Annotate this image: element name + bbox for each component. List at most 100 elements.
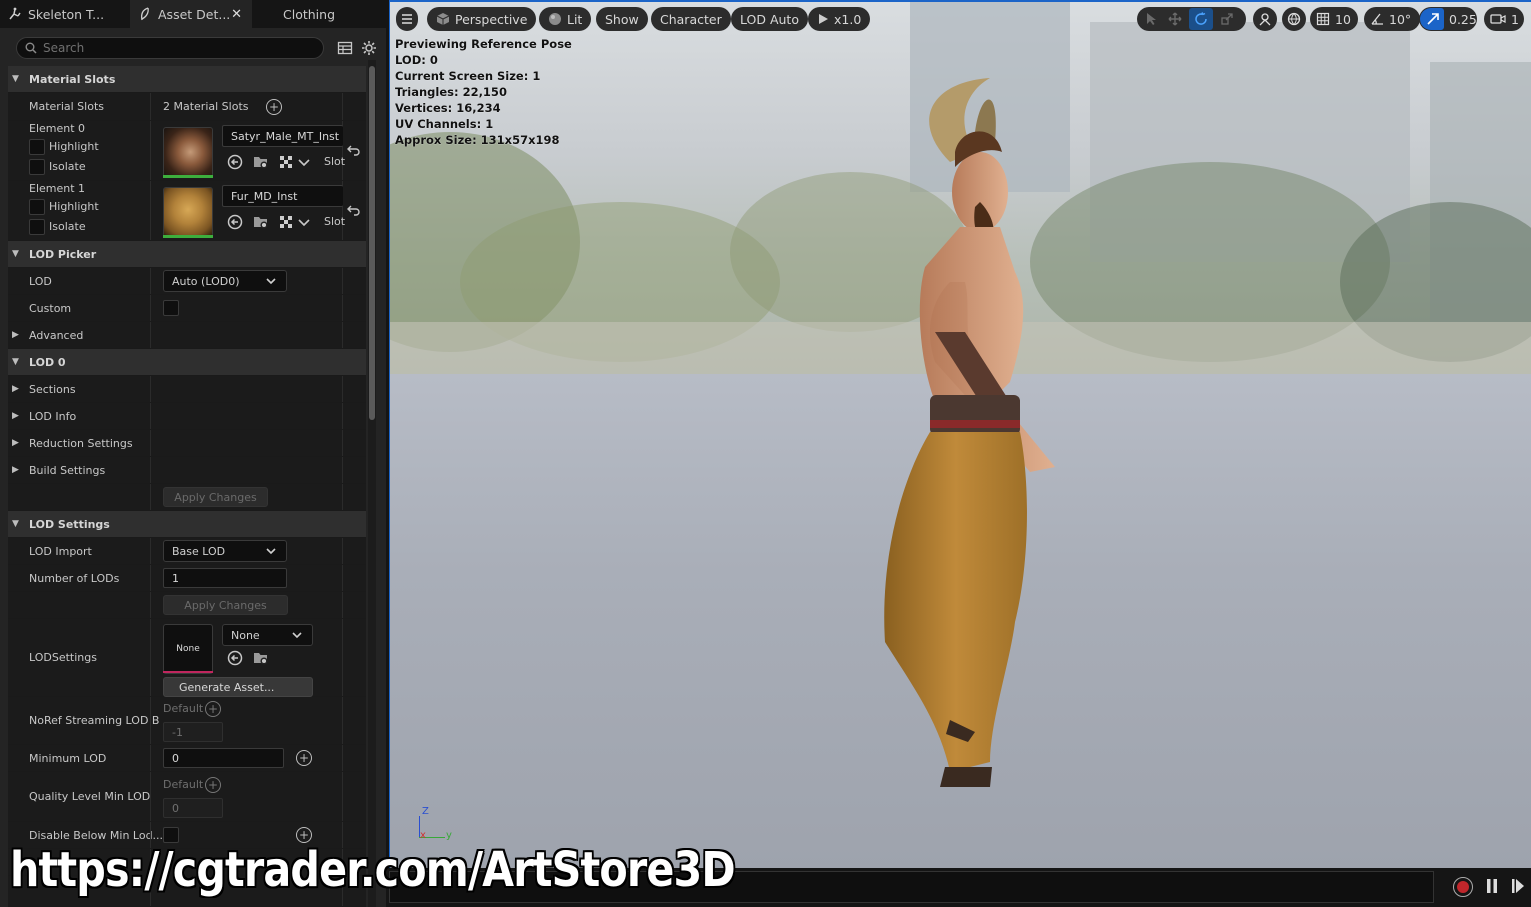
gear-icon[interactable] bbox=[361, 40, 377, 56]
play-speed-button[interactable]: x1.0 bbox=[808, 7, 871, 31]
category-material-slots[interactable]: ▼ Material Slots bbox=[8, 66, 366, 93]
custom-checkbox[interactable] bbox=[163, 300, 179, 316]
category-label: Material Slots bbox=[29, 73, 116, 86]
surface-snap-button[interactable] bbox=[1253, 7, 1277, 31]
chevron-down-icon[interactable] bbox=[297, 213, 315, 231]
generate-asset-button[interactable]: Generate Asset... bbox=[163, 677, 313, 697]
record-button[interactable] bbox=[1453, 877, 1473, 897]
tab-clothing[interactable]: Clothing bbox=[256, 0, 356, 28]
property-label: Quality Level Min LOD bbox=[29, 790, 151, 803]
material-slots-row: Material Slots 2 Material Slots + bbox=[8, 93, 366, 121]
lod-auto-button[interactable]: LOD Auto bbox=[731, 7, 808, 31]
sections-row[interactable]: ▶ Sections bbox=[8, 376, 366, 403]
rotate-tool-icon[interactable] bbox=[1194, 12, 1208, 29]
pause-button[interactable] bbox=[1486, 878, 1498, 897]
folder-search-icon[interactable] bbox=[252, 213, 270, 231]
property-label: LOD bbox=[29, 275, 52, 288]
select-tool-icon[interactable] bbox=[1144, 12, 1158, 29]
collapse-arrow-icon: ▼ bbox=[12, 519, 19, 529]
lod-info-row[interactable]: ▶ LOD Info bbox=[8, 403, 366, 430]
scale-snap-value: 0.25 bbox=[1449, 12, 1477, 27]
world-local-button[interactable] bbox=[1282, 7, 1306, 31]
step-forward-button[interactable] bbox=[1511, 878, 1525, 897]
pause-icon bbox=[1487, 879, 1497, 893]
show-button[interactable]: Show bbox=[596, 7, 648, 31]
material-element-1: Element 1 Highlight Isolate Fur_MD_Inst … bbox=[8, 181, 366, 241]
character-button[interactable]: Character bbox=[651, 7, 731, 31]
button-label: Character bbox=[660, 11, 722, 27]
disable-below-min-checkbox[interactable] bbox=[163, 827, 179, 843]
folder-search-icon[interactable] bbox=[252, 153, 270, 171]
viewport[interactable]: Perspective Lit Show Character LOD Auto … bbox=[389, 0, 1531, 868]
perspective-button[interactable]: Perspective bbox=[427, 7, 537, 31]
highlight-checkbox[interactable] bbox=[29, 139, 45, 155]
stat-line: Approx Size: 131x57x198 bbox=[395, 133, 560, 147]
rotation-snap-button[interactable]: 10° bbox=[1364, 7, 1420, 31]
folder-search-icon[interactable] bbox=[252, 649, 270, 667]
highlight-checkbox[interactable] bbox=[29, 199, 45, 215]
chevron-down-icon[interactable] bbox=[297, 153, 315, 171]
close-icon[interactable]: ✕ bbox=[231, 7, 242, 22]
viewport-menu-button[interactable] bbox=[396, 7, 418, 31]
add-override-icon[interactable]: + bbox=[205, 777, 221, 793]
build-settings-row[interactable]: ▶ Build Settings bbox=[8, 457, 366, 484]
browse-arrow-icon[interactable] bbox=[226, 153, 244, 171]
reduction-settings-row[interactable]: ▶ Reduction Settings bbox=[8, 430, 366, 457]
scale-tool-icon[interactable] bbox=[1220, 12, 1234, 29]
expand-arrow-icon: ▶ bbox=[12, 330, 19, 340]
material-status-bar bbox=[163, 235, 213, 238]
tab-asset-details[interactable]: Asset Det... ✕ bbox=[130, 0, 252, 28]
material-asset-field[interactable]: Satyr_Male_MT_Inst bbox=[222, 125, 343, 147]
add-slot-icon[interactable]: + bbox=[266, 99, 282, 115]
number-of-lods-row: Number of LODs 1 bbox=[8, 565, 366, 592]
search-input[interactable]: Search bbox=[16, 37, 324, 59]
apply-changes-button[interactable]: Apply Changes bbox=[163, 487, 268, 507]
checker-material-icon[interactable] bbox=[278, 153, 296, 171]
scale-snap-button[interactable]: 0.25 bbox=[1419, 7, 1477, 31]
isolate-checkbox[interactable] bbox=[29, 159, 45, 175]
material-asset-field[interactable]: Fur_MD_Inst bbox=[222, 185, 343, 207]
element-label: Element 1 bbox=[29, 182, 86, 195]
property-label: Advanced bbox=[29, 329, 84, 342]
add-override-icon[interactable]: + bbox=[296, 827, 312, 843]
move-tool-icon[interactable] bbox=[1168, 12, 1182, 29]
material-thumbnail[interactable] bbox=[163, 187, 213, 237]
grid-snap-button[interactable]: 10 bbox=[1310, 7, 1358, 31]
input-value: 1 bbox=[172, 571, 179, 585]
reset-arrow-icon[interactable] bbox=[347, 203, 365, 221]
category-lod-settings[interactable]: ▼ LOD Settings bbox=[8, 511, 366, 538]
camera-speed-button[interactable]: 1 bbox=[1484, 7, 1524, 31]
lod-import-dropdown[interactable]: Base LOD bbox=[163, 540, 287, 562]
button-label: Lit bbox=[567, 11, 583, 27]
advanced-row[interactable]: ▶ Advanced bbox=[8, 322, 366, 349]
apply-changes-button[interactable]: Apply Changes bbox=[163, 595, 288, 615]
tab-skeleton-tree[interactable]: Skeleton T... bbox=[4, 0, 128, 28]
reset-arrow-icon[interactable] bbox=[347, 143, 365, 161]
dropdown-value: None bbox=[231, 628, 260, 642]
add-override-icon[interactable]: + bbox=[205, 701, 221, 717]
lit-button[interactable]: Lit bbox=[539, 7, 592, 31]
scrollbar-thumb[interactable] bbox=[369, 66, 375, 420]
asset-thumbnail[interactable]: None bbox=[163, 624, 213, 674]
apply-changes-row-2: Apply Changes bbox=[8, 592, 366, 619]
add-override-icon[interactable]: + bbox=[296, 750, 312, 766]
isolate-checkbox[interactable] bbox=[29, 219, 45, 235]
x-axis-label: x bbox=[420, 830, 426, 841]
browse-arrow-icon[interactable] bbox=[226, 649, 244, 667]
stat-line: Current Screen Size: 1 bbox=[395, 69, 541, 83]
checker-material-icon[interactable] bbox=[278, 213, 296, 231]
stat-line: Triangles: 22,150 bbox=[395, 85, 507, 99]
number-of-lods-input[interactable]: 1 bbox=[163, 568, 287, 588]
browse-arrow-icon[interactable] bbox=[226, 213, 244, 231]
search-icon bbox=[25, 42, 37, 54]
minimum-lod-input[interactable]: 0 bbox=[163, 748, 284, 768]
category-lod-0[interactable]: ▼ LOD 0 bbox=[8, 349, 366, 376]
category-label: LOD Settings bbox=[29, 518, 110, 531]
material-thumbnail[interactable] bbox=[163, 127, 213, 177]
tab-label: Clothing bbox=[283, 6, 336, 22]
lodsettings-asset-dropdown[interactable]: None bbox=[222, 624, 313, 646]
table-view-icon[interactable] bbox=[337, 40, 353, 56]
lod-dropdown[interactable]: Auto (LOD0) bbox=[163, 270, 287, 292]
default-label: Default bbox=[163, 702, 204, 715]
category-lod-picker[interactable]: ▼ LOD Picker bbox=[8, 241, 366, 268]
